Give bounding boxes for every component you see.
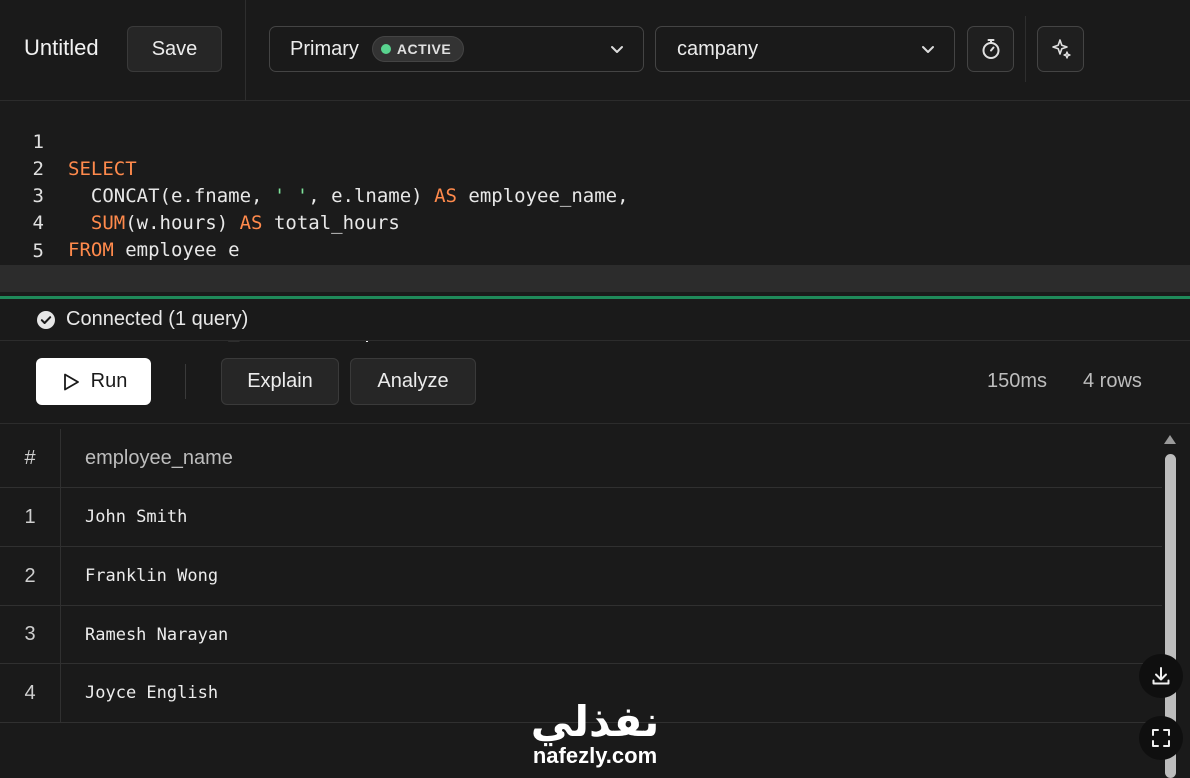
check-circle-icon bbox=[37, 310, 55, 329]
scroll-up-arrow-icon[interactable] bbox=[1164, 435, 1176, 444]
sparkle-icon bbox=[1051, 39, 1071, 59]
cell-employee-name[interactable]: Franklin Wong bbox=[85, 547, 218, 605]
row-count: 4 rows bbox=[1083, 370, 1142, 392]
editor-line: 6 GROUP BY e.ssn, e.fname, e.lname bbox=[0, 238, 1190, 316]
column-header-employee-name[interactable]: employee_name bbox=[85, 429, 233, 487]
query-duration: 150ms bbox=[987, 370, 1048, 392]
row-index: 1 bbox=[0, 488, 61, 546]
stopwatch-icon bbox=[982, 39, 999, 59]
column-header-index[interactable]: # bbox=[0, 429, 61, 487]
watermark-arabic: نفذلي bbox=[530, 698, 660, 745]
sql-editor[interactable]: 1 SELECT 2 CONCAT(e.fname, ' ', e.lname)… bbox=[0, 101, 1190, 345]
editor-line: 3 SUM(w.hours) AS total_hours bbox=[0, 156, 1190, 234]
divider bbox=[1025, 16, 1026, 82]
connection-name: Primary bbox=[290, 37, 359, 60]
download-icon bbox=[1152, 667, 1170, 685]
watermark-logo: نفذلي nafezly.com bbox=[522, 700, 668, 768]
editor-line: 5 JOIN works_on w ON e.ssn = w.essn bbox=[0, 211, 1190, 289]
run-label: Run bbox=[90, 370, 128, 392]
divider bbox=[185, 364, 186, 399]
expand-icon bbox=[1152, 729, 1170, 747]
status-dot-icon bbox=[380, 44, 391, 54]
play-icon bbox=[63, 373, 79, 390]
explain-button[interactable]: Explain bbox=[221, 358, 339, 405]
ai-assist-button[interactable] bbox=[1037, 26, 1084, 72]
table-row[interactable]: 1 John Smith bbox=[0, 488, 1162, 547]
download-button[interactable] bbox=[1139, 654, 1183, 698]
cell-employee-name[interactable]: Ramesh Narayan bbox=[85, 606, 228, 663]
cell-employee-name[interactable]: Joyce English bbox=[85, 664, 218, 722]
editor-line: 4 FROM employee e bbox=[0, 183, 1190, 261]
timer-button[interactable] bbox=[967, 26, 1014, 72]
chevron-down-icon bbox=[922, 46, 934, 53]
run-button[interactable]: Run bbox=[36, 358, 151, 405]
table-row[interactable]: 3 Ramesh Narayan bbox=[0, 606, 1162, 664]
query-title[interactable]: Untitled bbox=[24, 35, 99, 61]
database-select[interactable]: campany bbox=[655, 26, 955, 72]
chevron-down-icon bbox=[611, 46, 623, 53]
database-name: campany bbox=[677, 37, 759, 60]
status-text: Connected (1 query) bbox=[66, 308, 249, 330]
editor-line: 2 CONCAT(e.fname, ' ', e.lname) AS emplo… bbox=[0, 129, 1190, 207]
connection-select[interactable]: Primary ACTIVE bbox=[269, 26, 644, 72]
action-bar: Run Explain Analyze 150ms 4 rows bbox=[0, 342, 1190, 424]
cell-employee-name[interactable]: John Smith bbox=[85, 488, 187, 546]
editor-line: 1 SELECT bbox=[0, 102, 1190, 180]
save-button[interactable]: Save bbox=[127, 26, 222, 72]
table-row[interactable]: 2 Franklin Wong bbox=[0, 547, 1162, 606]
watermark-latin: nafezly.com bbox=[532, 743, 658, 768]
row-index: 3 bbox=[0, 606, 61, 663]
status-badge-label: ACTIVE bbox=[396, 41, 452, 57]
fullscreen-button[interactable] bbox=[1139, 716, 1183, 760]
status-badge: ACTIVE bbox=[371, 36, 465, 62]
top-bar: Untitled Save Primary ACTIVE campany bbox=[0, 0, 1190, 101]
editor-line-active: 7 ORDER BY total_hours DESC; bbox=[0, 265, 1190, 345]
row-index: 2 bbox=[0, 547, 61, 605]
connection-status: Connected (1 query) bbox=[0, 299, 1190, 341]
table-header: # employee_name bbox=[0, 429, 1162, 488]
row-index: 4 bbox=[0, 664, 61, 722]
analyze-button[interactable]: Analyze bbox=[350, 358, 476, 405]
divider bbox=[245, 0, 246, 101]
